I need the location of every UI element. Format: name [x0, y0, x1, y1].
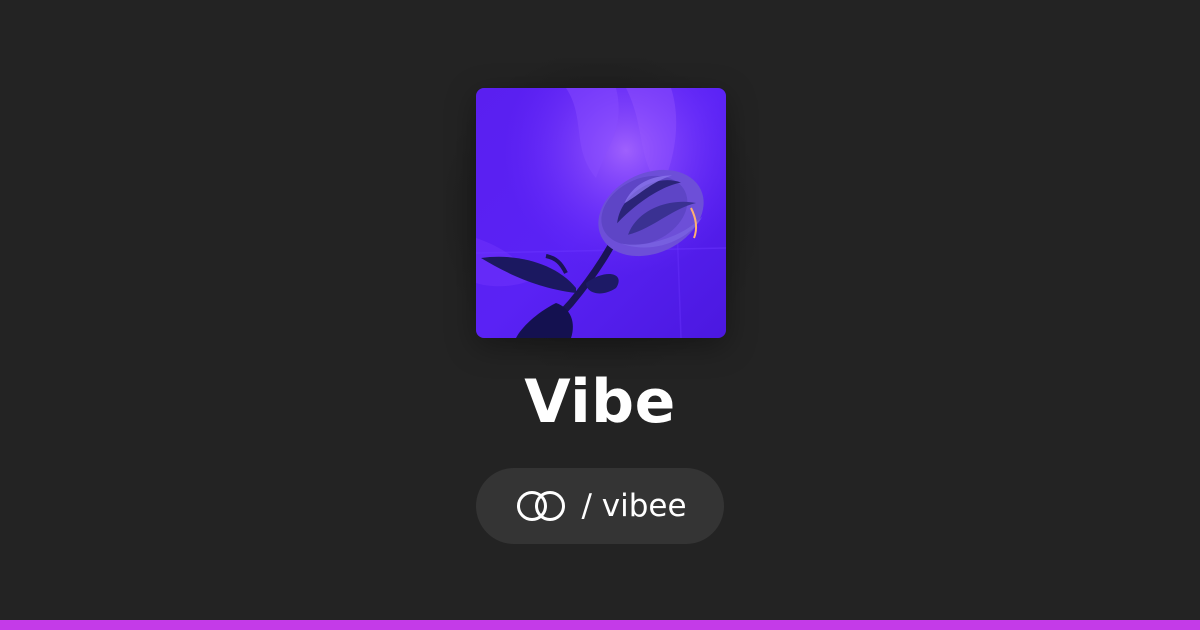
profile-handle-link[interactable]: / vibee: [476, 468, 724, 544]
handle-username: vibee: [601, 488, 687, 524]
handle-spacer: [592, 486, 602, 526]
share-card: Vibe / vibee: [0, 0, 1200, 630]
linked-rings-icon: [513, 488, 569, 524]
rose-artwork-icon: [476, 88, 726, 338]
accent-bar: [0, 620, 1200, 630]
profile-name: Vibe: [524, 367, 676, 437]
cover-image[interactable]: [476, 88, 726, 338]
handle-separator: /: [581, 488, 592, 524]
